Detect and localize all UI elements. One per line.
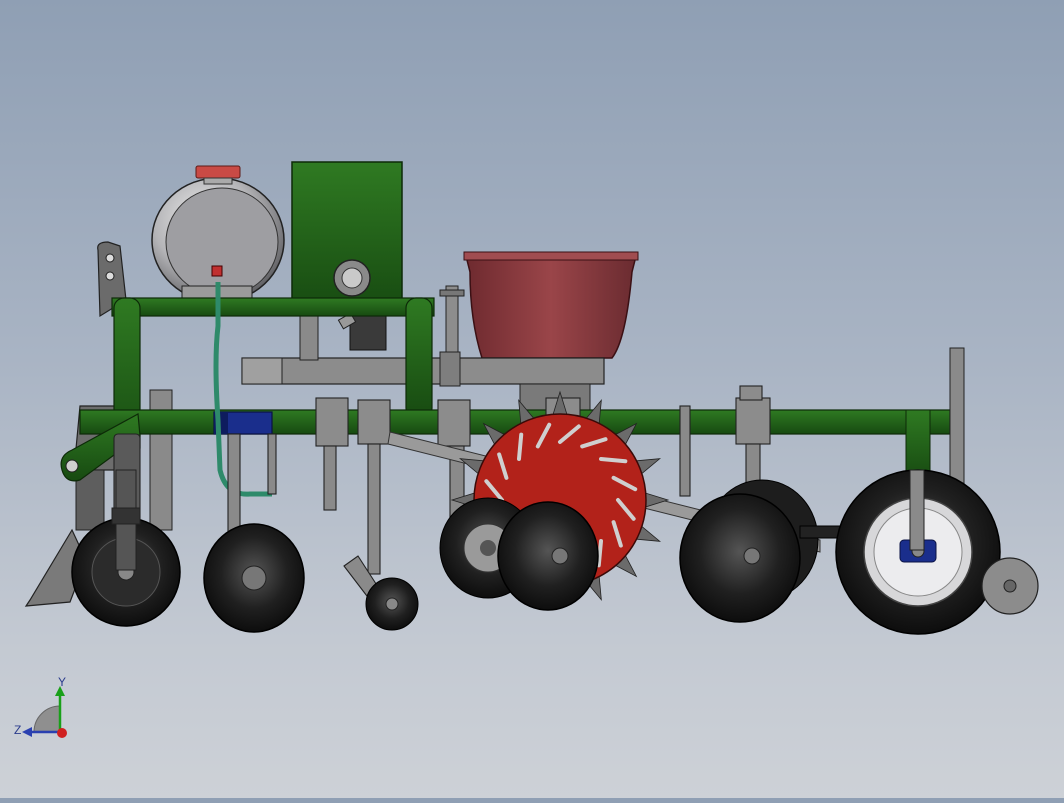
- planter-model[interactable]: [0, 0, 1064, 798]
- coordinate-triad: Y Z: [12, 675, 74, 746]
- y-axis-label: Y: [58, 676, 66, 689]
- seed-hopper: [439, 251, 639, 359]
- coordinate-triad-icon: Y Z: [14, 675, 67, 738]
- wheel-finger: [596, 539, 604, 568]
- press-wheel-3: [497, 501, 599, 611]
- z-axis-label: Z: [14, 723, 21, 737]
- cad-viewport[interactable]: Y Z: [0, 0, 1064, 798]
- liquid-tank: [151, 165, 285, 303]
- blue-motor: [213, 411, 273, 435]
- rear-small-wheel: [981, 557, 1039, 615]
- wheel-finger: [599, 456, 628, 464]
- wheel-finger: [516, 432, 524, 461]
- press-wheel-1: [203, 523, 305, 633]
- small-wheel-1: [365, 577, 419, 631]
